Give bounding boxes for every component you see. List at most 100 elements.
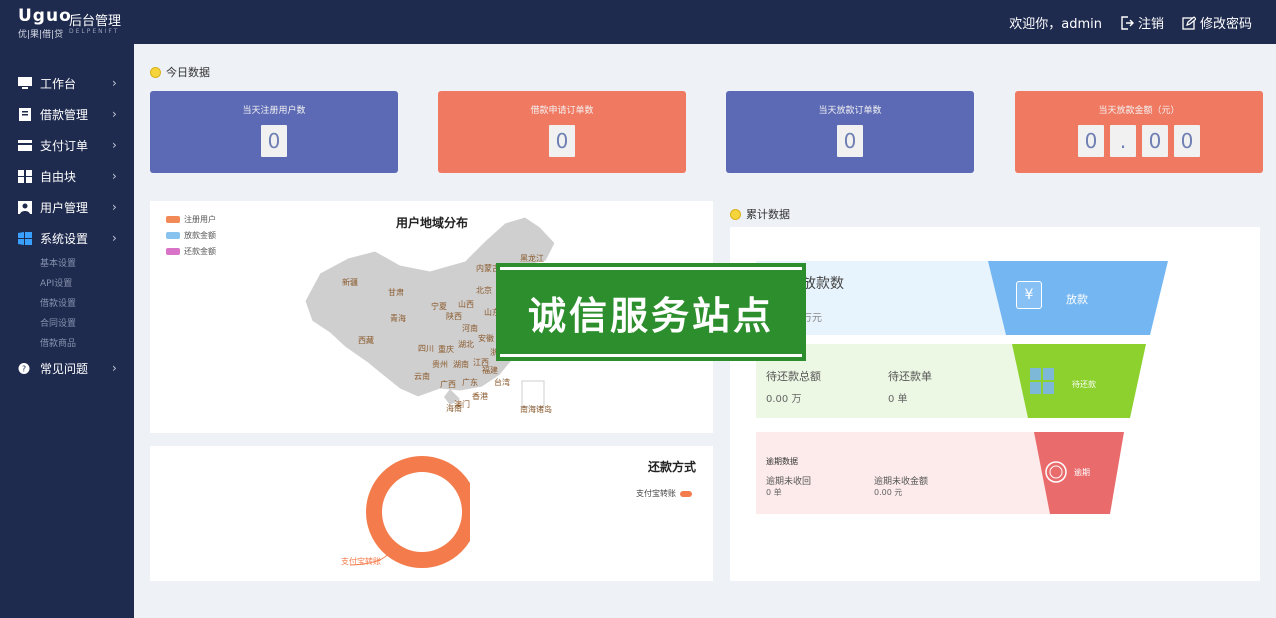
repayment-title: 还款方式 [648,460,697,474]
chevron-right-icon: › [112,169,117,183]
chevron-right-icon: › [112,107,117,121]
province-label: 新疆 [342,278,358,287]
sidebar-item-system-settings[interactable]: 系统设置 › [0,225,134,251]
province-label: 海南 [446,404,462,413]
province-label: 南海诸岛 [520,405,552,414]
logo-mark: Uguo [18,6,72,26]
stamp-icon [1045,461,1067,483]
logout-label: 注销 [1137,17,1164,32]
funnel-tag-pending: 待还款 [1072,380,1096,389]
repayment-method-panel: 还款方式 支付宝转账 支付宝转账 [150,446,713,581]
question-icon: ? [18,362,30,374]
pending-total-value: 0.00 万 [766,394,802,405]
today-section-title: 今日数据 [150,64,210,80]
change-password-button[interactable]: 修改密码 [1182,13,1252,32]
province-label: 广东 [462,378,478,387]
sidebar-item-user-management[interactable]: 用户管理 › [0,194,134,220]
sidebar-subitem-api-settings[interactable]: API设置 [40,276,72,289]
sidebar-subitem-basic-settings[interactable]: 基本设置 [40,256,76,269]
app-title: 后台管理 [69,14,122,29]
province-label: 宁夏 [431,302,447,311]
stat-card-loan-applications: 借款申请订单数 0 [438,91,686,173]
change-password-label: 修改密码 [1199,17,1252,32]
overdue-unrecovered-value: 0 单 [766,488,782,497]
donut-chart[interactable] [340,452,470,572]
province-label: 北京 [476,286,492,295]
chevron-right-icon: › [112,138,117,152]
top-bar: Uguo 优|果|借|贷 后台管理 DELPENIFT 欢迎你，admin 注销… [0,0,1276,44]
svg-text:?: ? [22,364,26,373]
legend-swatch [166,232,180,239]
stat-digit: 0 [1078,125,1104,157]
province-label: 内蒙古 [476,264,500,273]
document-icon [19,107,31,121]
watermark-text: 诚信服务站点 [527,293,774,338]
province-label: 黑龙江 [520,254,544,263]
stat-digit: 0 [549,125,575,157]
sidebar-item-free-block[interactable]: 自由块 › [0,163,134,189]
province-label: 安徽 [478,334,494,343]
stat-label: 当天注册用户数 [242,106,306,116]
logout-button[interactable]: 注销 [1120,13,1164,32]
pending-total-label: 待还款总额 [766,370,821,383]
pending-orders-label: 待还款单 [888,370,932,383]
user-icon [18,200,32,214]
grid-icon [18,169,32,183]
province-label: 湖北 [458,340,474,349]
sidebar: 工作台 › 借款管理 › 支付订单 › 自由块 › 用户管理 › 系统设置 › … [0,44,134,618]
province-label: 西藏 [358,336,374,345]
legend-item-alipay[interactable]: 支付宝转账 [636,488,692,499]
province-label: 甘肃 [388,288,404,297]
sidebar-item-label: 借款管理 [40,107,89,122]
funnel-tag-overdue: 逾期 [1074,468,1090,477]
today-title: 今日数据 [166,66,210,79]
province-label: 湖南 [453,360,469,369]
chevron-right-icon: › [112,231,117,245]
province-label: 广西 [440,380,456,389]
sidebar-subitem-loan-products[interactable]: 借款商品 [40,336,76,349]
legend-label: 支付宝转账 [636,489,676,498]
stat-digit: 0 [1174,125,1200,157]
card-icon [18,139,32,151]
sidebar-item-label: 自由块 [40,169,77,184]
logo[interactable]: Uguo 优|果|借|贷 后台管理 DELPENIFT [18,6,128,40]
legend-item-registered[interactable]: 注册用户 [166,214,216,225]
province-label: 河南 [462,324,478,333]
overdue-amount-value: 0.00 元 [874,488,903,497]
sidebar-item-label: 支付订单 [40,138,89,153]
stat-digit: . [1110,125,1136,157]
logo-subtitle: 优|果|借|贷 [18,30,64,40]
chevron-right-icon: › [112,361,117,375]
donut-slice-alipay[interactable] [366,456,470,568]
legend-item-repaid[interactable]: 还款金额 [166,246,216,257]
donut-callout-label: 支付宝转账 [341,557,381,566]
province-label: 青海 [390,314,406,323]
sidebar-item-label: 系统设置 [40,231,89,246]
calendar-icon [1030,368,1054,394]
stat-label: 借款申请订单数 [530,106,594,116]
sidebar-subitem-contract-settings[interactable]: 合同设置 [40,316,76,329]
legend-swatch [166,216,180,223]
stat-digit: 0 [837,125,863,157]
province-label: 山西 [458,300,474,309]
pending-orders-value: 0 单 [888,394,908,405]
sidebar-item-workbench[interactable]: 工作台 › [0,70,134,96]
stat-card-disbursed-orders: 当天放款订单数 0 [726,91,974,173]
sidebar-subitem-loan-settings[interactable]: 借款设置 [40,296,76,309]
province-label: 福建 [482,366,498,375]
welcome-text: 欢迎你，admin [1009,17,1102,32]
bullet-icon [150,66,161,78]
overdue-amount-label: 逾期未收金额 [874,477,929,487]
funnel-row-overdue: 逾期数据 逾期未收回 0 单 逾期未收金额 0.00 元 [756,432,1056,514]
province-label: 陕西 [446,312,462,321]
cumulative-title: 累计数据 [746,208,790,221]
stat-digit: 0 [1142,125,1168,157]
legend-item-disbursed[interactable]: 放款金额 [166,230,216,241]
province-label: 台湾 [494,378,510,387]
sidebar-item-loan-management[interactable]: 借款管理 › [0,101,134,127]
stat-label: 当天放款订单数 [818,106,882,116]
disbursed-amount-value: 万元 [802,313,822,324]
sidebar-item-faq[interactable]: ? 常见问题 › [0,355,134,381]
monitor-icon [18,76,32,89]
sidebar-item-payment-orders[interactable]: 支付订单 › [0,132,134,158]
